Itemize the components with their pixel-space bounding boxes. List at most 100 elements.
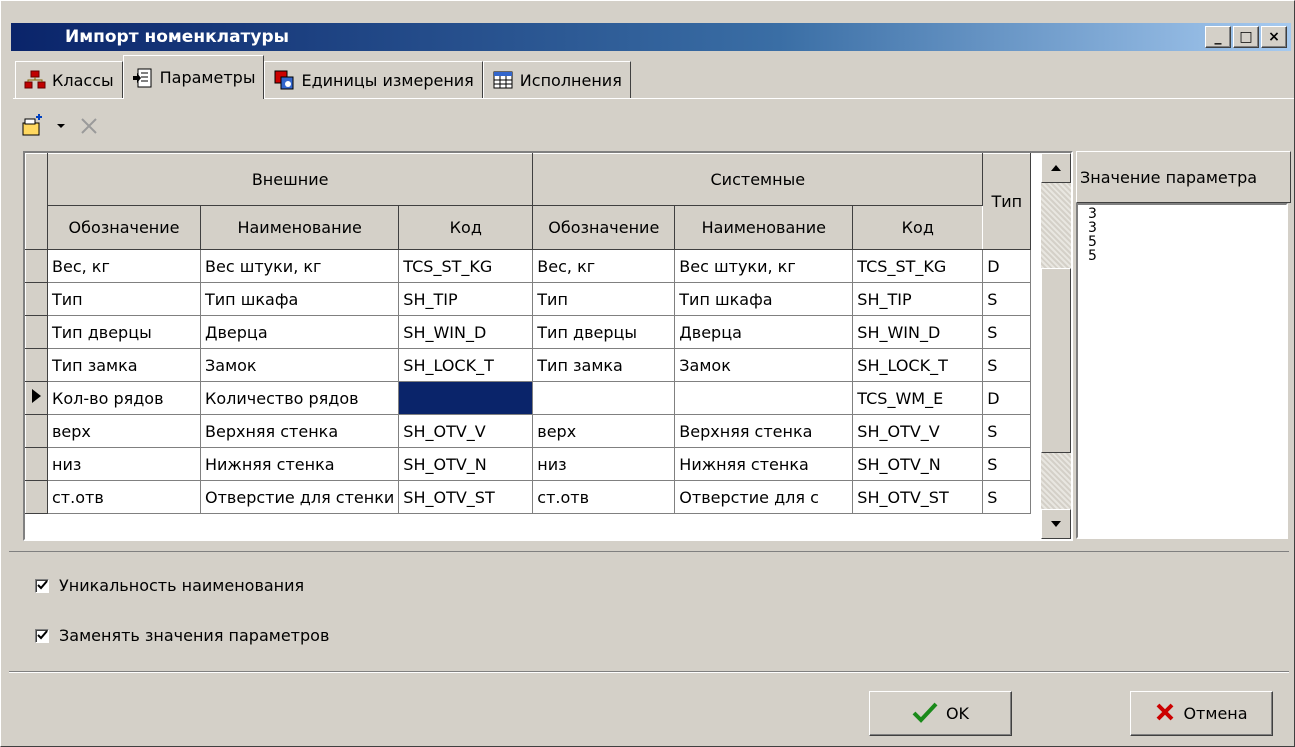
- cell[interactable]: Верхняя стенка: [199, 414, 400, 448]
- tab-classes[interactable]: Классы: [15, 61, 123, 99]
- replace-values-option[interactable]: Заменять значения параметров: [35, 626, 329, 645]
- cell[interactable]: верх: [532, 414, 676, 448]
- row-indicator[interactable]: [25, 348, 48, 382]
- cell[interactable]: Замок: [674, 348, 854, 382]
- parameters-grid[interactable]: Внешние Системные Тип Обозначение Наимен…: [23, 151, 1073, 541]
- cell[interactable]: SH_WIN_D: [398, 315, 534, 349]
- cell[interactable]: Тип замка: [47, 348, 201, 382]
- cell[interactable]: SH_OTV_N: [398, 447, 534, 481]
- cell[interactable]: S: [982, 348, 1032, 382]
- cell[interactable]: Нижняя стенка: [199, 447, 400, 481]
- title-bar[interactable]: Импорт номенклатуры _ □ ×: [11, 23, 1291, 51]
- parameter-values-list[interactable]: 3 3 5 5: [1076, 203, 1288, 539]
- cell[interactable]: Дверца: [199, 315, 400, 349]
- cell[interactable]: Тип дверцы: [47, 315, 201, 349]
- cell[interactable]: низ: [532, 447, 676, 481]
- dropdown-arrow-icon[interactable]: [55, 112, 67, 140]
- col-sys-designation[interactable]: Обозначение: [532, 205, 676, 250]
- col-sys-name[interactable]: Наименование: [674, 205, 854, 250]
- maximize-button[interactable]: □: [1233, 26, 1259, 48]
- cell[interactable]: TCS_ST_KG: [852, 249, 984, 283]
- cell[interactable]: Кол-во рядов: [47, 381, 201, 415]
- cell[interactable]: SH_OTV_ST: [398, 480, 534, 514]
- cell[interactable]: Нижняя стенка: [674, 447, 854, 481]
- col-ext-designation[interactable]: Обозначение: [47, 205, 201, 250]
- cell[interactable]: Отверстие для стенки: [199, 480, 400, 514]
- table-row-current[interactable]: Кол-во рядов Количество рядов TCS_WM_E D: [25, 381, 1032, 415]
- col-ext-code[interactable]: Код: [398, 205, 534, 250]
- tab-units[interactable]: Единицы измерения: [264, 61, 483, 99]
- replace-values-checkbox[interactable]: [35, 628, 49, 643]
- cell[interactable]: TCS_ST_KG: [398, 249, 534, 283]
- type-column-header[interactable]: Тип: [982, 153, 1032, 250]
- cell[interactable]: SH_OTV_N: [852, 447, 984, 481]
- table-row[interactable]: верх Верхняя стенка SH_OTV_V верх Верхня…: [25, 414, 1032, 448]
- tab-versions[interactable]: Исполнения: [482, 61, 631, 99]
- cell[interactable]: Верхняя стенка: [674, 414, 854, 448]
- grid-scrollbar[interactable]: [1041, 153, 1071, 539]
- cell[interactable]: Тип дверцы: [532, 315, 676, 349]
- cell[interactable]: Вес, кг: [47, 249, 201, 283]
- cell[interactable]: Тип замка: [532, 348, 676, 382]
- cell[interactable]: Вес штуки, кг: [199, 249, 400, 283]
- table-row[interactable]: Вес, кг Вес штуки, кг TCS_ST_KG Вес, кг …: [25, 249, 1032, 283]
- cell[interactable]: [674, 381, 854, 415]
- cell[interactable]: Тип: [47, 282, 201, 316]
- add-parameter-icon[interactable]: [19, 112, 47, 140]
- tab-parameters[interactable]: Параметры: [122, 55, 265, 99]
- close-button[interactable]: ×: [1261, 26, 1287, 48]
- cell[interactable]: низ: [47, 447, 201, 481]
- list-item[interactable]: 3: [1088, 221, 1276, 235]
- cell[interactable]: D: [982, 249, 1032, 283]
- row-indicator[interactable]: [25, 249, 48, 283]
- cancel-button[interactable]: Отмена: [1130, 691, 1273, 736]
- table-row[interactable]: низ Нижняя стенка SH_OTV_N низ Нижняя ст…: [25, 447, 1032, 481]
- cell[interactable]: Тип шкафа: [674, 282, 854, 316]
- list-item[interactable]: 5: [1088, 235, 1276, 249]
- cell[interactable]: SH_LOCK_T: [398, 348, 534, 382]
- minimize-button[interactable]: _: [1205, 26, 1231, 48]
- cell[interactable]: ст.отв: [532, 480, 676, 514]
- cell[interactable]: [532, 381, 676, 415]
- cell[interactable]: ст.отв: [47, 480, 201, 514]
- unique-name-option[interactable]: Уникальность наименования: [35, 576, 304, 595]
- cell[interactable]: SH_OTV_ST: [852, 480, 984, 514]
- current-row-arrow-icon[interactable]: [25, 381, 48, 415]
- scrollbar-thumb[interactable]: [1041, 268, 1071, 453]
- selected-cell[interactable]: [398, 381, 534, 415]
- unique-name-checkbox[interactable]: [35, 578, 49, 593]
- row-indicator[interactable]: [25, 282, 48, 316]
- list-item[interactable]: 3: [1088, 207, 1276, 221]
- table-row[interactable]: Тип дверцы Дверца SH_WIN_D Тип дверцы Дв…: [25, 315, 1032, 349]
- cell[interactable]: SH_OTV_V: [398, 414, 534, 448]
- row-indicator[interactable]: [25, 480, 48, 514]
- col-sys-code[interactable]: Код: [852, 205, 984, 250]
- cell[interactable]: Вес штуки, кг: [674, 249, 854, 283]
- ok-button[interactable]: OK: [869, 691, 1012, 736]
- cell[interactable]: S: [982, 315, 1032, 349]
- cell[interactable]: верх: [47, 414, 201, 448]
- cell[interactable]: Замок: [199, 348, 400, 382]
- cell[interactable]: SH_TIP: [398, 282, 534, 316]
- cell[interactable]: Тип шкафа: [199, 282, 400, 316]
- row-indicator[interactable]: [25, 315, 48, 349]
- row-indicator[interactable]: [25, 414, 48, 448]
- cell[interactable]: S: [982, 414, 1032, 448]
- table-row[interactable]: ст.отв Отверстие для стенки SH_OTV_ST ст…: [25, 480, 1032, 514]
- delete-icon[interactable]: [75, 112, 103, 140]
- cell[interactable]: S: [982, 282, 1032, 316]
- cell[interactable]: Количество рядов: [199, 381, 400, 415]
- scroll-down-icon[interactable]: [1041, 509, 1071, 539]
- scroll-up-icon[interactable]: [1041, 153, 1071, 183]
- row-indicator[interactable]: [25, 447, 48, 481]
- cell[interactable]: SH_OTV_V: [852, 414, 984, 448]
- cell[interactable]: SH_LOCK_T: [852, 348, 984, 382]
- cell[interactable]: S: [982, 480, 1032, 514]
- cell[interactable]: Дверца: [674, 315, 854, 349]
- cell[interactable]: Вес, кг: [532, 249, 676, 283]
- cell[interactable]: SH_TIP: [852, 282, 984, 316]
- cell[interactable]: Отверстие для с: [674, 480, 854, 514]
- cell[interactable]: TCS_WM_E: [852, 381, 984, 415]
- list-item[interactable]: 5: [1088, 249, 1276, 263]
- table-row[interactable]: Тип замка Замок SH_LOCK_T Тип замка Замо…: [25, 348, 1032, 382]
